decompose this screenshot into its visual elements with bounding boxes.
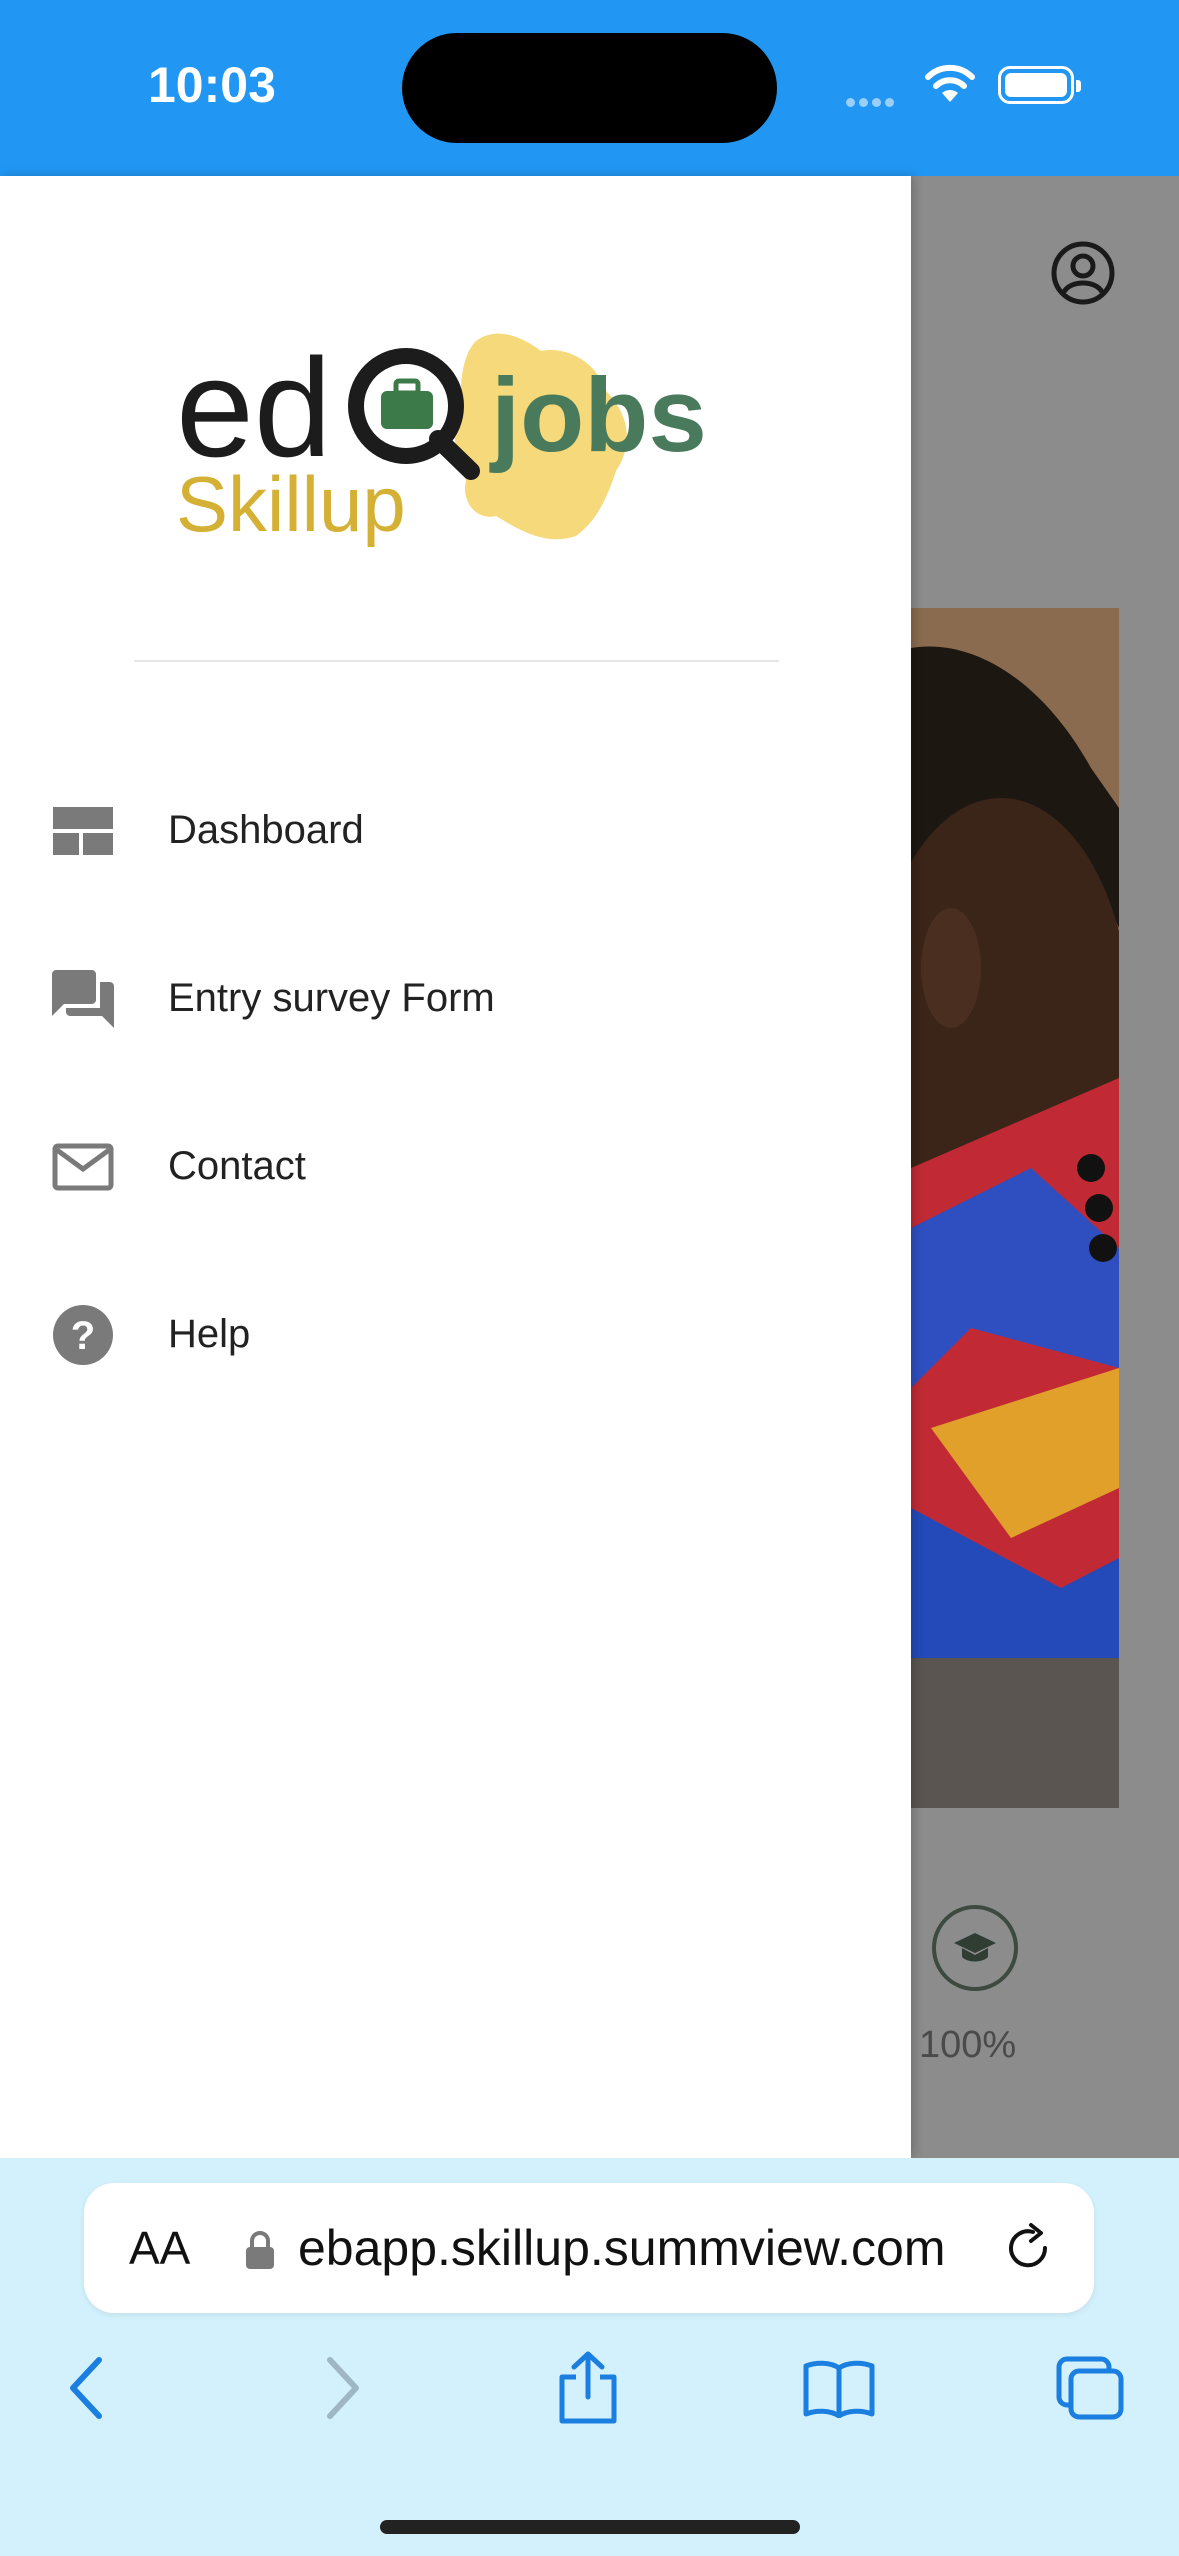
drawer-item-label: Help (168, 1312, 251, 1356)
help-icon: ? (50, 1302, 116, 1368)
edo-skillup-jobs-logo: ed jobs Skillup (176, 329, 707, 548)
tabs-icon (1056, 2356, 1124, 2420)
share-button[interactable] (548, 2348, 628, 2428)
reader-settings-button[interactable]: AA (129, 2221, 190, 2275)
drawer-item-label: Dashboard (168, 808, 364, 852)
drawer-divider (134, 660, 779, 662)
dynamic-island (402, 33, 777, 143)
mail-icon (50, 1134, 116, 1200)
chevron-left-icon (70, 2357, 102, 2419)
progress-percent: 100% (919, 2024, 1017, 2066)
drawer-item-label: Contact (168, 1144, 306, 1188)
chevron-right-icon (327, 2357, 359, 2419)
tabs-button[interactable] (1050, 2348, 1130, 2428)
drawer-item-dashboard[interactable]: Dashboard (0, 768, 911, 888)
status-bar: 10:03 (0, 0, 1179, 176)
battery-icon (998, 66, 1081, 104)
book-icon (803, 2360, 875, 2418)
account-circle-icon[interactable] (1050, 240, 1116, 306)
lock-icon (246, 2231, 274, 2269)
svg-text:?: ? (71, 1314, 95, 1358)
logo-text-skillup: Skillup (176, 460, 406, 548)
graduation-cap-icon (932, 1905, 1018, 1991)
drawer-item-entry-survey-form[interactable]: Entry survey Form (0, 936, 911, 1056)
bookmarks-button[interactable] (799, 2348, 879, 2428)
back-button[interactable] (47, 2348, 127, 2428)
cellular-signal-icon (846, 94, 898, 112)
status-time: 10:03 (148, 57, 276, 113)
drawer-item-label: Entry survey Form (168, 976, 495, 1020)
drawer-item-help[interactable]: ? Help (0, 1272, 911, 1392)
background-photo (911, 608, 1119, 1658)
logo-text-jobs: jobs (489, 357, 707, 474)
forum-icon (50, 966, 116, 1032)
reload-icon[interactable] (1001, 2221, 1055, 2275)
url-text: ebapp.skillup.summview.com (298, 2220, 946, 2276)
address-bar[interactable]: AA ebapp.skillup.summview.com (84, 2183, 1094, 2313)
wifi-icon (925, 64, 975, 102)
share-icon (559, 2351, 617, 2424)
navigation-drawer: ed jobs Skillup Dashboard Entry survey F… (0, 176, 911, 2158)
home-indicator (380, 2520, 800, 2534)
forward-button[interactable] (302, 2348, 382, 2428)
dashboard-icon (50, 798, 116, 864)
background-photo-shadow (911, 1658, 1119, 1808)
safari-toolbar: AA ebapp.skillup.summview.com (0, 2158, 1179, 2556)
drawer-item-contact[interactable]: Contact (0, 1104, 911, 1224)
